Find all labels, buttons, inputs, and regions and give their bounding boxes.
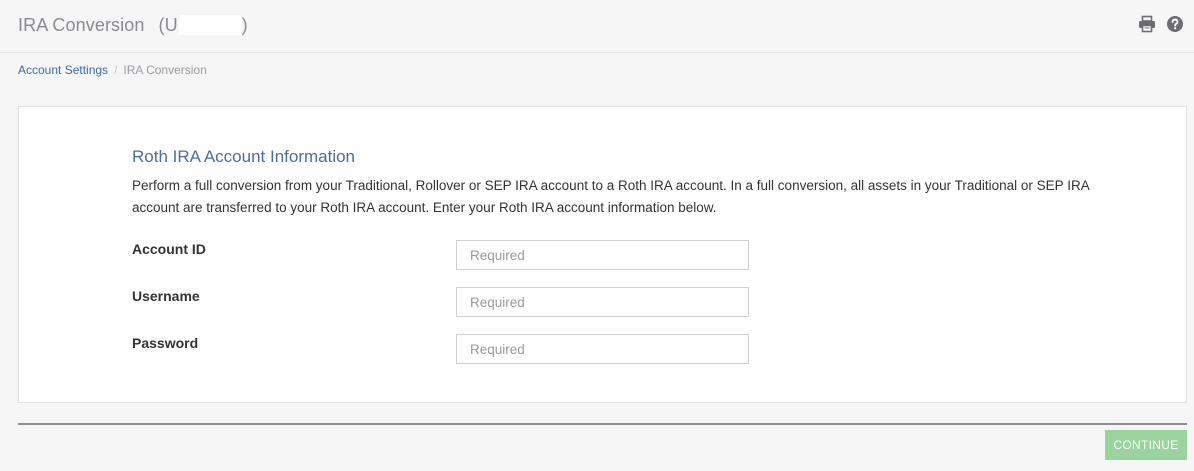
page-header: IRA Conversion (U) [0,0,1194,53]
password-input[interactable] [456,334,749,364]
username-input[interactable] [456,287,749,317]
username-label: Username [132,288,200,304]
account-id-display: (U) [158,15,248,35]
roth-ira-form-card: Roth IRA Account Information Perform a f… [18,106,1187,403]
account-id-input[interactable] [456,240,749,270]
breadcrumb: Account Settings / IRA Conversion [18,63,207,77]
account-id-redaction [178,15,241,35]
page-title: IRA Conversion (U) [18,15,248,36]
page-title-text: IRA Conversion [18,15,145,35]
breadcrumb-separator: / [114,63,118,77]
header-actions [1138,15,1184,33]
password-label: Password [132,335,199,351]
breadcrumb-account-settings[interactable]: Account Settings [18,63,108,77]
section-description: Perform a full conversion from your Trad… [132,178,1089,215]
breadcrumb-current: IRA Conversion [123,63,207,77]
continue-button[interactable]: CONTINUE [1105,430,1187,460]
section-title: Roth IRA Account Information [132,147,356,166]
print-icon[interactable] [1138,15,1156,33]
footer-divider [18,423,1187,425]
help-icon[interactable] [1166,15,1184,33]
account-id-label: Account ID [132,241,206,257]
